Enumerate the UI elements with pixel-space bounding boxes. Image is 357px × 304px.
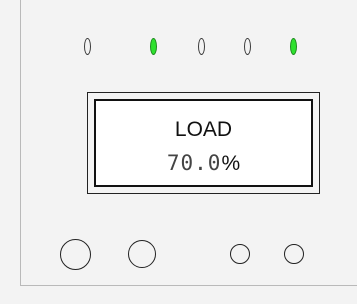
knob-small-2[interactable] xyxy=(284,244,304,264)
display-bezel: LOAD 70.0% xyxy=(87,92,320,194)
status-led-5 xyxy=(290,38,297,55)
knob-large-2[interactable] xyxy=(128,240,156,268)
knob-small-1[interactable] xyxy=(230,244,250,264)
status-led-4 xyxy=(244,38,251,55)
load-display: LOAD 70.0% xyxy=(94,99,313,187)
load-unit: % xyxy=(221,152,241,175)
status-led-3 xyxy=(198,38,205,55)
control-panel: LOAD 70.0% xyxy=(20,0,357,286)
knob-large-1[interactable] xyxy=(60,239,91,270)
status-led-2 xyxy=(150,38,157,55)
display-label: LOAD xyxy=(174,118,233,141)
load-value: 70.0 xyxy=(166,151,222,175)
display-value: 70.0% xyxy=(96,151,311,176)
status-led-1 xyxy=(84,38,91,55)
